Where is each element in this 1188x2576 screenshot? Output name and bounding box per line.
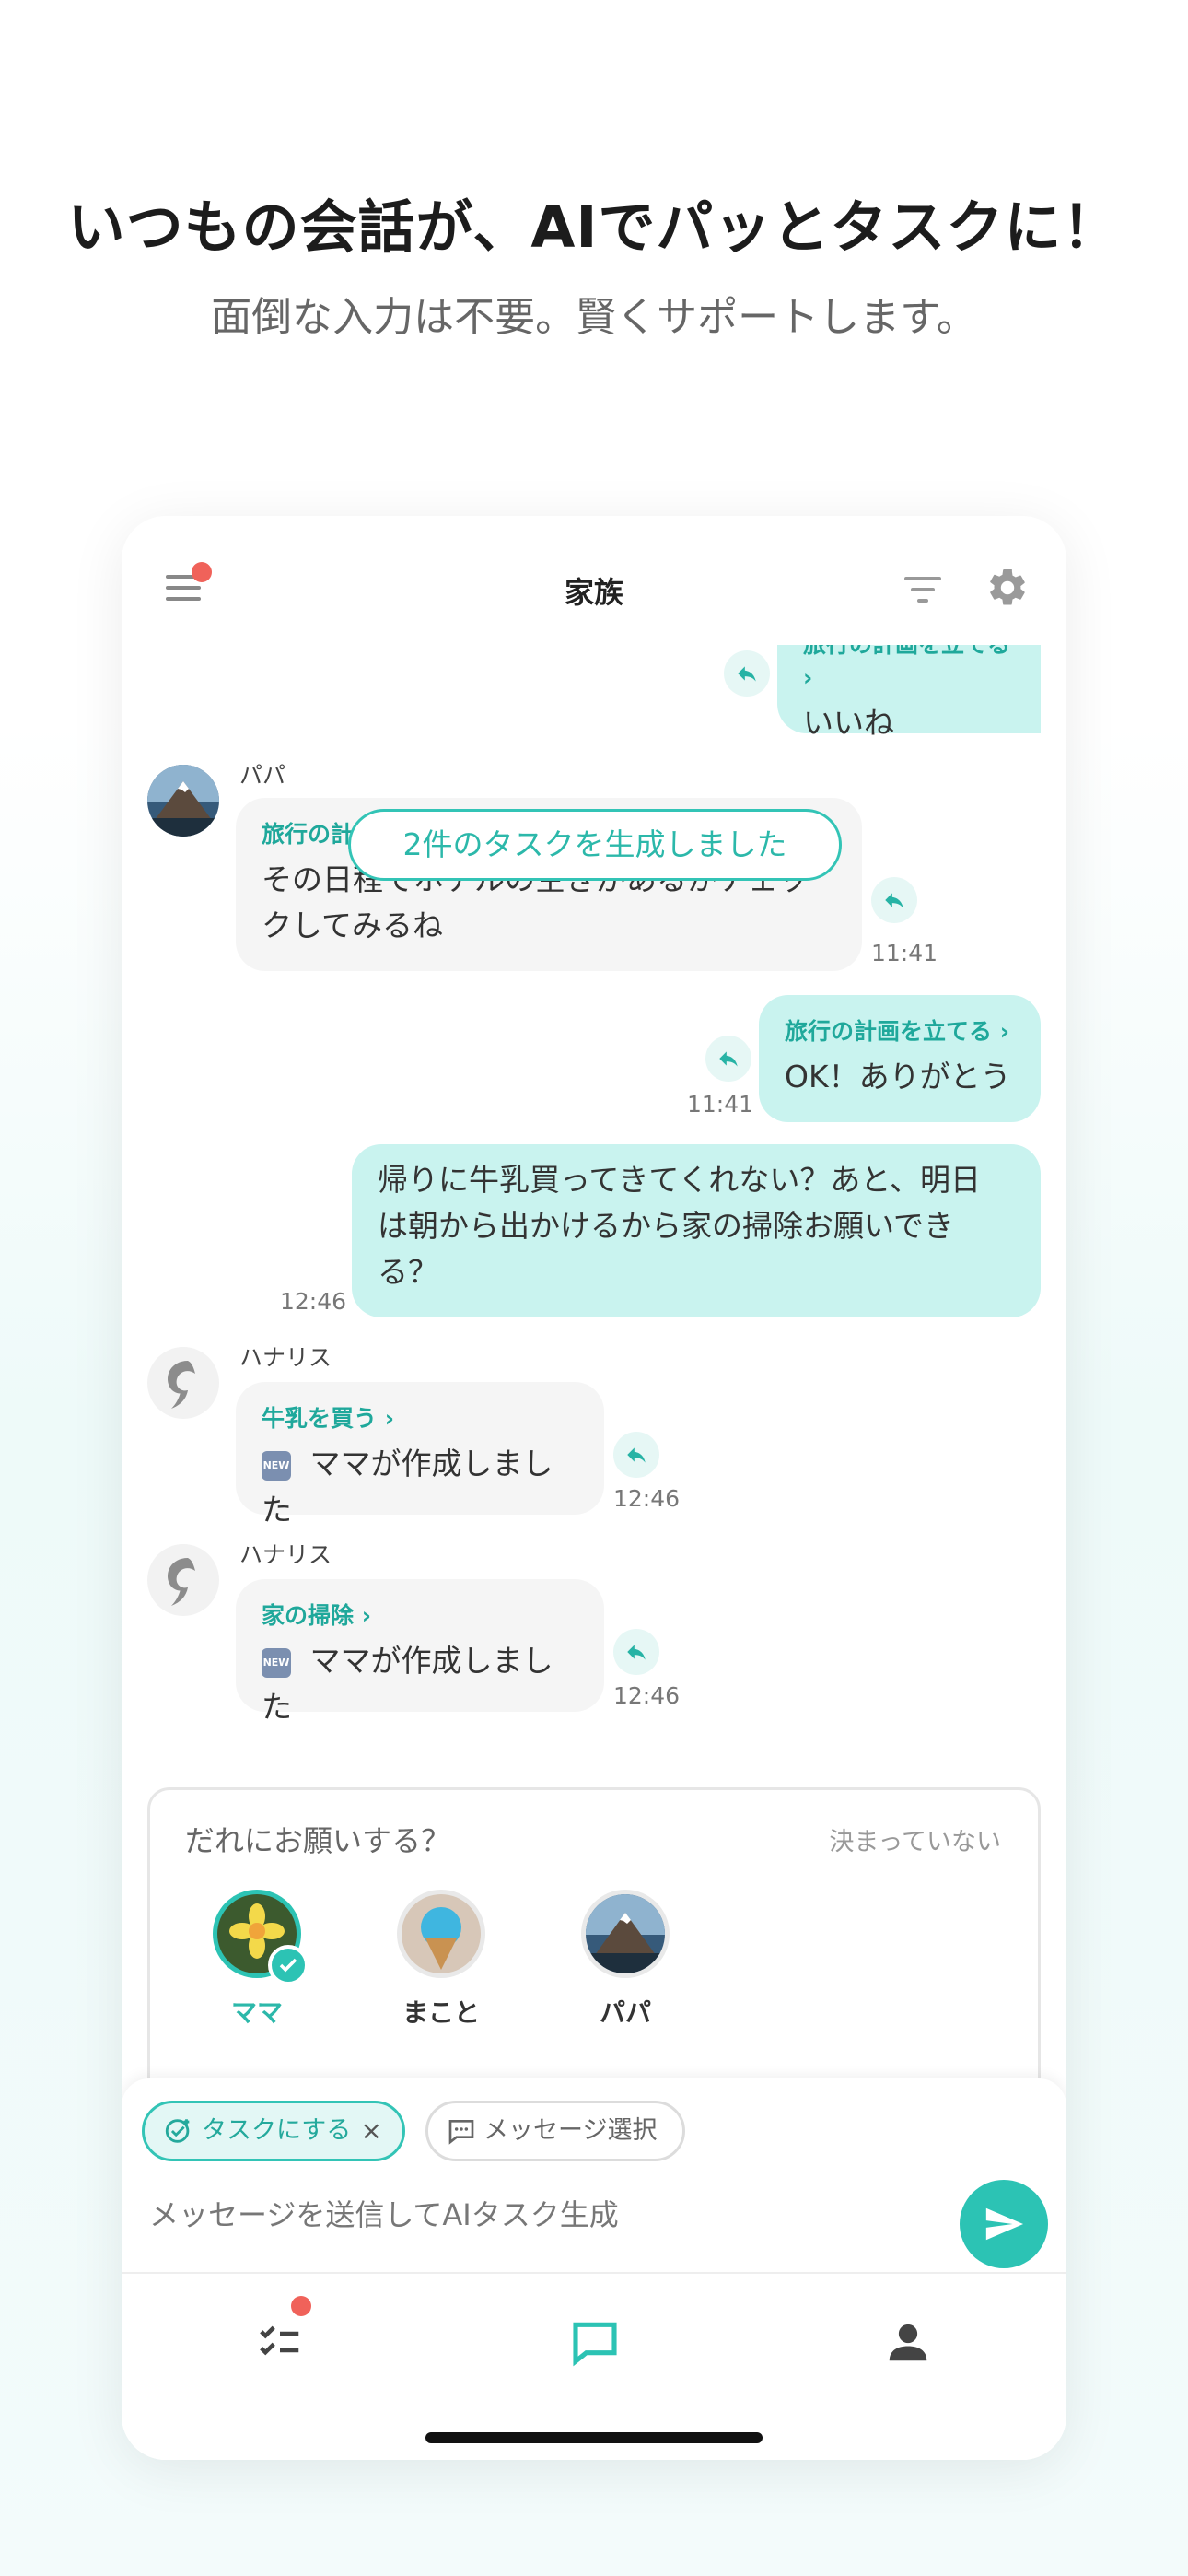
mountain-avatar-icon — [147, 765, 219, 837]
select-message-chip[interactable]: メッセージ選択 — [425, 2101, 685, 2161]
reply-icon — [627, 1447, 646, 1463]
reply-button[interactable] — [613, 1629, 659, 1675]
app-header: 家族 — [122, 516, 1066, 645]
task-link[interactable]: 旅行の計画を立てる › — [785, 1015, 1015, 1048]
avatar-hanaris[interactable] — [147, 1544, 219, 1616]
tab-chat[interactable] — [558, 2305, 632, 2379]
message-select-icon — [448, 2120, 474, 2145]
message-text-line2: は朝から出かけるから家の掃除お願いでき — [378, 1208, 955, 1244]
assignee-name: ママ — [230, 1997, 283, 2028]
message-time: 12:46 — [613, 1485, 681, 1512]
avatar-papa[interactable] — [147, 765, 219, 837]
message-input[interactable] — [149, 2187, 941, 2242]
mountain-avatar-icon — [586, 1894, 665, 1973]
message-time: 11:41 — [687, 1091, 754, 1118]
settings-button[interactable] — [985, 566, 1030, 610]
reply-button[interactable] — [724, 650, 770, 697]
message-time: 12:46 — [613, 1682, 681, 1709]
promo-subline: 面倒な入力は不要。賢くサポートします。 — [211, 294, 977, 341]
message-composer: タスクにする × メッセージ選択 — [122, 2078, 1066, 2272]
filter-button[interactable] — [904, 571, 943, 608]
message-bubble-outgoing[interactable]: 旅行の計画を立てる › OK！ありがとう — [759, 995, 1041, 1122]
reply-icon — [885, 893, 903, 908]
chat-list[interactable]: 2件のタスクを生成しました 旅行の計画を立てる › いいね パパ 旅行の計画を立… — [122, 608, 1066, 1751]
hanaris-logo-icon — [168, 1361, 195, 1409]
task-check-icon — [165, 2119, 190, 2143]
task-mode-chip[interactable]: タスクにする × — [142, 2101, 405, 2161]
message-bubble-incoming[interactable]: 家の掃除 › NEW ママが作成しました — [236, 1579, 604, 1725]
new-badge-icon: NEW — [262, 1647, 291, 1678]
sender-name: パパ — [239, 762, 286, 789]
chat-icon — [573, 2322, 617, 2367]
assignee-makoto[interactable]: まこと — [386, 1890, 496, 2030]
sender-name: ハナリス — [239, 1541, 332, 1568]
send-icon — [985, 2207, 1024, 2241]
phone-screen: 家族 2件のタスクを生成しました 旅行の計画を立てる › いいね — [122, 516, 1066, 2460]
reply-button[interactable] — [705, 1036, 751, 1082]
message-text: いいね — [803, 705, 894, 741]
assignee-panel: だれにお願いする？ 決まっていない ママ まこと パパ — [147, 1787, 1041, 2119]
select-chip-label: メッセージ選択 — [483, 2116, 658, 2145]
reply-icon — [738, 666, 756, 682]
reply-button[interactable] — [871, 877, 917, 923]
assignee-name: まこと — [402, 1997, 480, 2028]
sender-name: ハナリス — [239, 1344, 332, 1371]
message-text: ママが作成しました — [262, 1446, 553, 1528]
avatar-hanaris[interactable] — [147, 1347, 219, 1419]
assignee-mama[interactable]: ママ — [202, 1890, 312, 2030]
assignee-papa[interactable]: パパ — [570, 1890, 681, 2030]
check-icon — [268, 1945, 309, 1985]
hanaris-logo-icon — [168, 1558, 195, 1606]
message-time: 12:46 — [280, 1288, 347, 1315]
tab-profile[interactable] — [871, 2305, 945, 2379]
ice-cream-avatar-icon — [402, 1894, 481, 1973]
tasks-generated-banner: 2件のタスクを生成しました — [348, 809, 842, 881]
assignee-name: パパ — [599, 1997, 651, 2028]
tasks-icon — [260, 2325, 299, 2356]
message-text: OK！ありがとう — [785, 1059, 1011, 1095]
promo-headline: いつもの会話が、AIでパッとタスクに！ — [67, 193, 1121, 261]
task-link[interactable]: 家の掃除 › — [262, 1599, 578, 1633]
message-bubble-incoming[interactable]: 牛乳を買う › NEW ママが作成しました — [236, 1382, 604, 1528]
tab-tasks[interactable] — [243, 2296, 317, 2379]
reply-icon — [627, 1645, 646, 1660]
message-text: 帰りに牛乳買ってきてくれない？あと、明日 — [378, 1162, 982, 1198]
gear-icon — [990, 568, 1025, 605]
new-badge-icon: NEW — [262, 1450, 291, 1481]
message-time: 11:41 — [871, 940, 938, 966]
reply-button[interactable] — [613, 1432, 659, 1478]
message-text: ママが作成しました — [262, 1643, 553, 1725]
assignee-question: だれにお願いする？ — [185, 1823, 451, 1858]
close-icon[interactable]: × — [361, 2103, 382, 2159]
send-button[interactable] — [960, 2180, 1048, 2268]
message-bubble-outgoing[interactable]: 帰りに牛乳買ってきてくれない？あと、明日 は朝から出かけるから家の掃除お願いでき… — [352, 1144, 1041, 1317]
task-chip-label: タスクにする — [202, 2116, 352, 2145]
home-indicator[interactable] — [425, 2432, 763, 2443]
filter-icon — [904, 577, 941, 580]
message-text-line3: る？ — [378, 1254, 438, 1290]
reply-icon — [719, 1051, 738, 1067]
task-link[interactable]: 牛乳を買う › — [262, 1402, 578, 1435]
profile-icon — [889, 2324, 927, 2361]
assignee-none-option[interactable]: 決まっていない — [829, 1821, 1001, 1857]
notification-badge — [291, 2296, 311, 2316]
message-text-line2: クしてみるね — [262, 907, 444, 943]
